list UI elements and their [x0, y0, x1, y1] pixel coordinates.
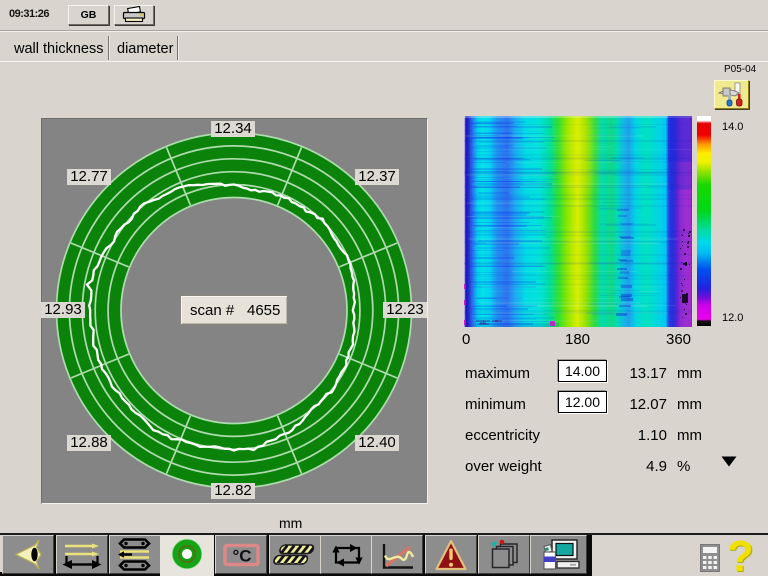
svg-text:°C: °C: [232, 547, 251, 566]
